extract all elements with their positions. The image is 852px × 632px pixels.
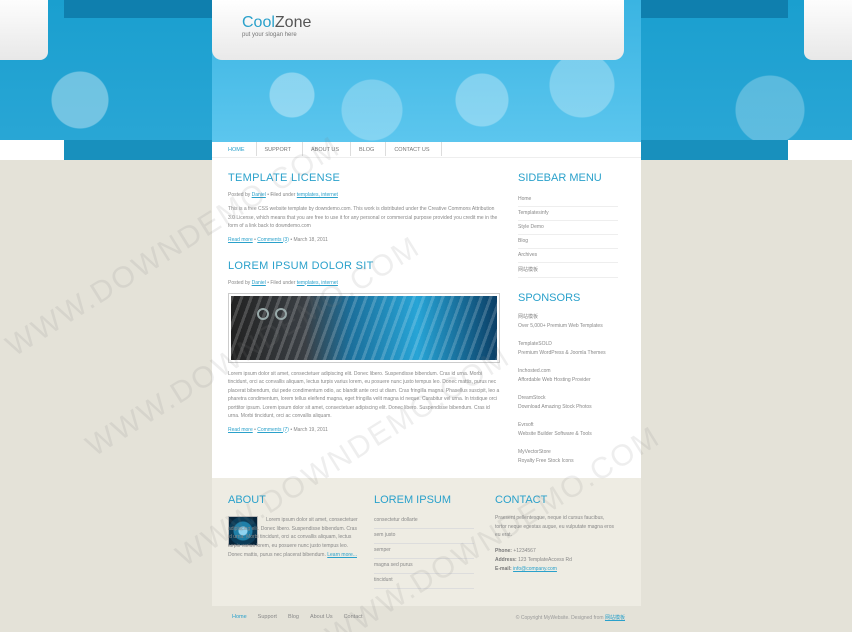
sidebar-item-templates-cn[interactable]: 网站模板 — [518, 263, 618, 278]
email-link[interactable]: info@company.com — [513, 566, 557, 572]
footer-lorem: LOREM IPSUM consectetur dollarte sem jus… — [374, 494, 474, 589]
post-title[interactable]: LOREM IPSUM DOLOR SIT — [228, 260, 502, 272]
learn-more-link[interactable]: Learn more... — [327, 552, 357, 558]
nav-item-about-us[interactable]: ABOUT US — [303, 142, 352, 156]
sponsors-title: SPONSORS — [518, 292, 581, 304]
site-logo[interactable]: CoolZone — [242, 14, 311, 32]
footer-contact: CONTACT Praesent pellentesque, neque id … — [495, 494, 617, 574]
post-body: Lorem ipsum dolor sit amet, consectetuer… — [228, 370, 500, 420]
about-title: ABOUT — [228, 494, 266, 506]
post-footer: Read more • Comments (3) • March 18, 201… — [228, 236, 328, 243]
footer-nav-blog[interactable]: Blog — [288, 614, 299, 620]
sidebar: SIDEBAR MENU Home Templatesinfy Style De… — [518, 172, 618, 466]
read-more-link[interactable]: Read more — [228, 427, 253, 433]
lorem-item[interactable]: consectetur dollarte — [374, 514, 474, 529]
copyright: © Copyright MyWebsite. Designed from 网站模… — [515, 615, 625, 621]
footer-nav: Home Support Blog About Us Contact — [232, 614, 374, 620]
copyright-link[interactable]: 网站模板 — [605, 615, 625, 621]
header-dark-strip-left — [64, 0, 212, 18]
side-card-right — [804, 0, 852, 60]
post-body: This is a free CSS website template by d… — [228, 206, 498, 229]
sponsor-item[interactable]: DreamStock Download Amazing Stock Photos — [518, 394, 618, 412]
sponsor-item[interactable]: TemplateSOLD Premium WordPress & Joomla T… — [518, 340, 618, 358]
footer-nav-home[interactable]: Home — [232, 614, 247, 620]
contact-details: Phone: +1234567 Address: 123 TemplateAcc… — [495, 547, 617, 575]
band-edge-left — [0, 140, 64, 160]
lorem-list: consectetur dollarte sem justo semper ma… — [374, 514, 474, 589]
sponsor-item[interactable]: Evrsoft Website Builder Software & Tools — [518, 421, 618, 439]
main-column: TEMPLATE LICENSE Posted by Daniel • File… — [228, 172, 502, 433]
sidebar-item-templatesinfy[interactable]: Templatesinfy — [518, 207, 618, 221]
lorem-title: LOREM IPSUM — [374, 494, 452, 506]
sponsor-item[interactable]: MyVectorStore Royalty Free Stock Icons — [518, 448, 618, 466]
sidebar-item-style-demo[interactable]: Style Demo — [518, 221, 618, 235]
sponsor-item[interactable]: 网站模板 Over 5,000+ Premium Web Templates — [518, 313, 618, 331]
page-wrapper: CoolZone put your slogan here HOME SUPPO… — [212, 0, 641, 632]
sidebar-menu-title: SIDEBAR MENU — [518, 172, 602, 184]
nav-band-left — [64, 140, 212, 160]
footer-nav-support[interactable]: Support — [258, 614, 277, 620]
nav-item-support[interactable]: SUPPORT — [257, 142, 303, 156]
lorem-item[interactable]: tincidunt — [374, 574, 474, 589]
sidebar-item-blog[interactable]: Blog — [518, 235, 618, 249]
bottom-bar: Home Support Blog About Us Contact © Cop… — [212, 610, 641, 626]
post-tags-link[interactable]: templates, internet — [297, 192, 338, 198]
sidebar-item-archives[interactable]: Archives — [518, 249, 618, 263]
comments-link[interactable]: Comments (7) — [257, 427, 289, 433]
nav-item-blog[interactable]: BLOG — [351, 142, 387, 156]
footer-columns: ABOUT Lorem ipsum dolor sit amet, consec… — [212, 478, 641, 606]
footer-nav-about-us[interactable]: About Us — [310, 614, 333, 620]
sponsor-list: 网站模板 Over 5,000+ Premium Web Templates Te… — [518, 313, 618, 466]
post-meta: Posted by Daniel • Filed under templates… — [228, 279, 338, 286]
post: TEMPLATE LICENSE Posted by Daniel • File… — [228, 172, 502, 243]
lorem-item[interactable]: magna sed purus — [374, 559, 474, 574]
post-footer: Read more • Comments (7) • March 19, 201… — [228, 426, 328, 433]
post-author-link[interactable]: Daniel — [252, 280, 266, 286]
sidebar-item-home[interactable]: Home — [518, 193, 618, 207]
band-edge-right — [788, 140, 852, 160]
post-date: March 18, 2011 — [293, 236, 328, 243]
side-card-left — [0, 0, 48, 60]
logo-card: CoolZone put your slogan here — [212, 0, 624, 60]
post-title[interactable]: TEMPLATE LICENSE — [228, 172, 502, 184]
nav-item-contact-us[interactable]: CONTACT US — [386, 142, 442, 156]
about-text: Lorem ipsum dolor sit amet, consectetuer… — [228, 517, 358, 558]
contact-address: Address: 123 TemplateAccess Rd — [495, 556, 572, 563]
footer-nav-contact[interactable]: Contact — [344, 614, 363, 620]
header-dark-strip-right — [641, 0, 788, 18]
footer-about: ABOUT Lorem ipsum dolor sit amet, consec… — [228, 494, 360, 558]
contact-text: Praesent pellentesque, neque id cursus f… — [495, 515, 614, 538]
contact-title: CONTACT — [495, 494, 548, 506]
post: LOREM IPSUM DOLOR SIT Posted by Daniel •… — [228, 260, 502, 433]
port-circle — [275, 307, 287, 320]
main-nav: HOME SUPPORT ABOUT US BLOG CONTACT US — [212, 142, 641, 158]
nav-band-right — [641, 140, 788, 160]
read-more-link[interactable]: Read more — [228, 237, 253, 243]
sidebar-menu: Home Templatesinfy Style Demo Blog Archi… — [518, 193, 618, 278]
contact-phone: Phone: +1234567 — [495, 547, 536, 554]
post-image — [228, 292, 500, 363]
nav-item-home[interactable]: HOME — [220, 142, 257, 156]
content-area: TEMPLATE LICENSE Posted by Daniel • File… — [212, 158, 641, 478]
comments-link[interactable]: Comments (3) — [257, 237, 289, 243]
sponsor-item[interactable]: Inchosted.com Affordable Web Hosting Prov… — [518, 367, 618, 385]
post-author-link[interactable]: Daniel — [252, 192, 266, 198]
site-slogan: put your slogan here — [242, 32, 297, 38]
post-date: March 19, 2011 — [293, 426, 328, 433]
post-tags-link[interactable]: templates, internet — [297, 280, 338, 286]
port-circle — [257, 307, 269, 320]
post-meta: Posted by Daniel • Filed under templates… — [228, 192, 338, 198]
contact-email: E-mail: info@company.com — [495, 566, 557, 573]
laptop-photo — [231, 295, 497, 360]
lorem-item[interactable]: semper — [374, 544, 474, 559]
lorem-item[interactable]: sem justo — [374, 529, 474, 544]
